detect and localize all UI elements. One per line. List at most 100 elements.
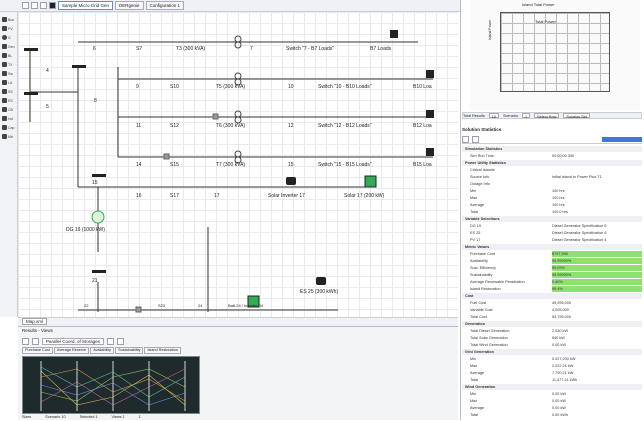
palette-item-pv[interactable]: PV (2, 25, 16, 32)
diagram-canvas[interactable]: 4 5 8 15 21 6 S7 T3 (300 kVA) 7 Switch "… (18, 12, 458, 317)
view-selector[interactable]: Parallel Coord. of Storages (42, 337, 105, 345)
statistics-row[interactable]: Min 100 hrs (462, 188, 642, 194)
breaker-icon[interactable] (163, 153, 170, 160)
statistics-section-header[interactable]: Wind Generation (462, 384, 642, 390)
palette-item-gen[interactable]: Gen (2, 43, 16, 50)
palette-item-es[interactable]: ES (2, 97, 16, 104)
statistics-row[interactable]: Average Renewable Penetration 0.40% (462, 279, 642, 285)
palette-item-ld[interactable]: Ld (2, 79, 16, 86)
statistics-section-header[interactable]: Simulation Statistics (462, 146, 642, 152)
palette-item-sw[interactable]: Sw (2, 70, 16, 77)
statistics-section-header[interactable]: Generation (462, 321, 642, 327)
load-icon[interactable] (426, 110, 434, 118)
statistics-row[interactable]: Sim Run Time 00:00:00.390 (462, 153, 642, 159)
palette-item-cap[interactable]: Cap (2, 124, 16, 131)
statistics-row[interactable]: Max 2,222.21 kW (462, 363, 642, 369)
statistics-row[interactable]: Outage Info (462, 181, 642, 187)
statistics-row[interactable]: Total Diesel Generation 2,030 kW (462, 328, 642, 334)
tab-dergenie[interactable]: DERgenie (115, 1, 144, 10)
solution-set-button[interactable]: Solution Set (563, 113, 590, 119)
island-power-chart[interactable]: Island Total Power Total Power Island Po… (470, 0, 640, 110)
load-icon[interactable] (426, 70, 434, 78)
generator-icon[interactable] (91, 210, 105, 224)
export-icon[interactable] (117, 337, 125, 345)
statistics-row[interactable]: Total 0.00 kWh (462, 412, 642, 418)
statistics-section-header[interactable]: Cost (462, 293, 642, 299)
tab-average-reserve[interactable]: Average Reserve (53, 347, 90, 354)
palette-item-tx[interactable]: TX (2, 61, 16, 68)
statistics-row[interactable]: Availability 99.99990% (462, 258, 642, 264)
statistics-row[interactable]: Variable Cost 4,005,000 (462, 307, 642, 313)
statistics-row[interactable]: Sust. Efficiency 99.09% (462, 265, 642, 271)
new-icon[interactable] (22, 2, 29, 9)
transformer-icon[interactable] (234, 150, 242, 158)
expand-icon[interactable] (472, 136, 479, 143)
statistics-row[interactable]: Min 0.00 kW (462, 391, 642, 397)
transformer-icon[interactable] (234, 110, 242, 118)
transformer-icon[interactable] (234, 35, 242, 43)
tab-sample-micro-grid[interactable]: Sample Micro Grid Gen (58, 1, 114, 10)
parallel-coordinates-plot[interactable] (22, 356, 200, 414)
sort-icon[interactable] (462, 136, 469, 143)
filter-icon[interactable] (22, 337, 29, 345)
palette-item-bl[interactable]: BL (2, 52, 16, 59)
bus-bar[interactable] (24, 92, 38, 95)
statistics-section-header[interactable]: Metric Values (462, 244, 642, 250)
scenario-value[interactable]: 1 (521, 113, 531, 119)
storage-icon[interactable] (316, 277, 326, 285)
statistics-row[interactable]: Source Info Initial island to Power Plus … (462, 174, 642, 180)
statistics-section-header[interactable]: Variable Selections (462, 216, 642, 222)
statistics-row[interactable]: Max 100 hrs (462, 195, 642, 201)
statistics-row[interactable]: Max 0.00 kW (462, 398, 642, 404)
palette-item-g[interactable]: G (2, 34, 16, 41)
palette-item-bus[interactable]: Bus (2, 16, 16, 23)
statistics-row[interactable]: Average 100 hrs (462, 202, 642, 208)
statistics-row[interactable]: Total 100.0 hrs (462, 209, 642, 215)
tab-map[interactable]: Map.xml (22, 318, 48, 325)
statistics-row[interactable]: Average 0.00 kW (462, 405, 642, 411)
statistics-row[interactable]: Critical Islands (462, 167, 642, 173)
save-icon[interactable] (40, 2, 47, 9)
open-icon[interactable] (31, 2, 38, 9)
statistics-row[interactable]: Min 0.027,200 kW (462, 356, 642, 362)
statistics-section-header[interactable]: Power Utility Statistics (462, 160, 642, 166)
load-icon[interactable] (390, 30, 398, 38)
pv-panel-icon[interactable] (364, 175, 377, 188)
transformer-icon[interactable] (234, 72, 242, 80)
tab-sustainability[interactable]: Sustainability (115, 347, 144, 354)
palette-item-mtr[interactable]: Mtr (2, 133, 16, 140)
inverter-icon[interactable] (286, 177, 296, 185)
statistics-row[interactable]: ES 25 Diesel Generator Specification 6 (462, 230, 642, 236)
breaker-icon[interactable] (212, 113, 219, 120)
statistics-row[interactable]: Sustainability 99.99990% (462, 272, 642, 278)
bus-bar[interactable] (72, 65, 86, 68)
zoom-icon[interactable] (107, 337, 115, 345)
statistics-row[interactable]: Total Solar Generation 640 kW (462, 335, 642, 341)
statistics-section-header[interactable]: Grid Generation (462, 349, 642, 355)
statistics-row[interactable]: PV 17 Diesel Generator Specification 4 (462, 237, 642, 243)
bus-bar[interactable] (92, 174, 106, 177)
palette-item-cb[interactable]: CB (2, 106, 16, 113)
tab-island-restoration[interactable]: Island Restoration (144, 347, 182, 354)
palette-item-ind[interactable]: Ind (2, 115, 16, 122)
statistics-row[interactable]: Island Restoration 99.4% (462, 286, 642, 292)
refresh-icon[interactable] (32, 337, 39, 345)
tab-configuration[interactable]: Configuration 1 (145, 1, 185, 10)
select-row-button[interactable]: Select Row (534, 113, 560, 119)
bus-bar[interactable] (92, 270, 106, 273)
statistics-row[interactable]: Average 7,700.21 kW (462, 370, 642, 376)
statistics-row[interactable]: Fuel Cost 49,995,000 (462, 300, 642, 306)
statistics-row[interactable]: Total Wind Generation 0.00 kW (462, 342, 642, 348)
statistics-row[interactable]: Total Cost 53,795,000 (462, 314, 642, 320)
tab-availability[interactable]: Availability (90, 347, 115, 354)
tab-purchase-cost[interactable]: Purchase Cost (22, 347, 53, 354)
breaker-icon[interactable] (135, 306, 142, 313)
statistics-row[interactable]: Total 11,477.21 kWh (462, 377, 642, 383)
stop-icon[interactable] (49, 2, 56, 9)
load-icon[interactable] (426, 148, 434, 156)
statistics-row[interactable]: Purchase Cost $797,995 (462, 251, 642, 257)
bus-bar[interactable] (24, 48, 38, 51)
palette-item-ss[interactable]: SS (2, 88, 16, 95)
statistics-row[interactable]: DG 19 Diesel Generator Specification 6 (462, 223, 642, 229)
total-results-value[interactable]: 10 (488, 113, 499, 119)
